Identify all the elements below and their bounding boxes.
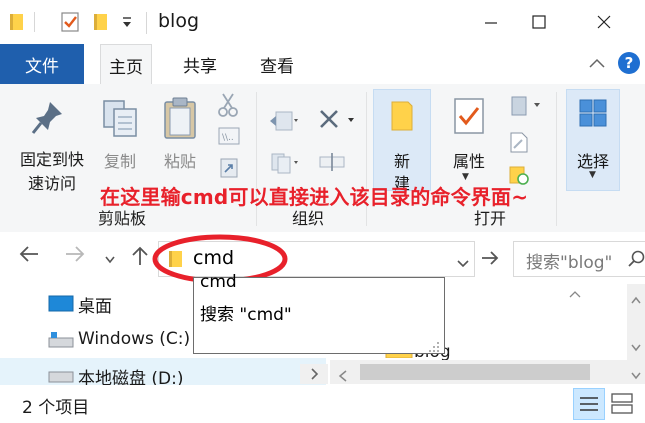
forward-button[interactable] bbox=[64, 244, 86, 269]
desktop-icon bbox=[48, 294, 74, 318]
pin-label-line2: 速访问 bbox=[27, 174, 76, 193]
chevron-down-icon bbox=[630, 338, 642, 357]
paste-icon bbox=[160, 96, 200, 144]
paste-button[interactable]: 粘贴 bbox=[158, 148, 202, 172]
autocomplete-dropdown: cmd 搜索 "cmd" bbox=[193, 272, 445, 357]
close-icon bbox=[597, 15, 611, 29]
chevron-right-icon bbox=[311, 368, 319, 380]
annotation-text: 在这里输cmd可以直接进入该目录的命令界面~ bbox=[100, 185, 529, 209]
nav-item-drive-c[interactable]: Windows (C:) bbox=[78, 329, 190, 349]
select-dropdown-icon: ▼ bbox=[589, 170, 596, 180]
new-folder-icon[interactable] bbox=[92, 12, 110, 36]
item-count: 2 个项目 bbox=[22, 398, 90, 418]
chevron-up-icon bbox=[569, 291, 581, 298]
minimize-button[interactable] bbox=[467, 0, 515, 44]
move-to-icon[interactable] bbox=[268, 110, 300, 136]
arrow-left-icon bbox=[19, 246, 38, 262]
divider bbox=[146, 12, 147, 34]
details-view-button[interactable] bbox=[573, 388, 605, 420]
edit-icon[interactable] bbox=[508, 130, 530, 158]
arrow-up-icon bbox=[132, 246, 148, 265]
go-button[interactable] bbox=[480, 248, 500, 272]
select-all-icon bbox=[578, 98, 608, 132]
ribbon-tabs: 文件 主页 共享 查看 ? bbox=[0, 44, 645, 86]
rename-icon[interactable] bbox=[318, 150, 346, 178]
new-label-line1: 新 bbox=[393, 152, 410, 171]
chevron-up-icon bbox=[630, 290, 642, 309]
divider bbox=[34, 12, 35, 32]
back-button[interactable] bbox=[18, 244, 40, 269]
minimize-icon bbox=[485, 22, 497, 24]
folder-icon[interactable] bbox=[8, 12, 26, 36]
tab-home[interactable]: 主页 bbox=[100, 44, 152, 86]
details-view-icon bbox=[580, 397, 598, 411]
pin-label-line1: 固定到快 bbox=[19, 150, 84, 169]
cut-icon[interactable] bbox=[218, 92, 238, 122]
chevron-down-icon bbox=[630, 366, 642, 385]
window-title: blog bbox=[158, 10, 200, 32]
pin-quick-access-button[interactable]: 固定到快 速访问 bbox=[6, 146, 98, 194]
help-icon: ? bbox=[624, 54, 634, 72]
customize-dropdown-icon[interactable] bbox=[121, 14, 133, 33]
copy-to-icon[interactable] bbox=[268, 152, 300, 178]
title-bar: blog bbox=[0, 0, 645, 44]
group-divider bbox=[556, 92, 557, 226]
svg-text:\\..: \\.. bbox=[222, 133, 234, 143]
sort-indicator bbox=[568, 284, 582, 303]
search-icon bbox=[628, 250, 645, 272]
autocomplete-item[interactable]: cmd bbox=[200, 272, 237, 292]
new-button[interactable]: 新 建 bbox=[373, 89, 431, 193]
autocomplete-item[interactable]: 搜索 "cmd" bbox=[200, 300, 292, 325]
ribbon: 固定到快 速访问 复制 粘贴 \\.. 剪贴板 组织 新 建 属性 ▼ 打开 选… bbox=[0, 84, 645, 233]
tab-file[interactable]: 文件 bbox=[0, 44, 84, 84]
search-input[interactable]: 搜索"blog" bbox=[526, 248, 612, 273]
tab-share[interactable]: 共享 bbox=[173, 44, 227, 84]
paste-shortcut-icon[interactable] bbox=[220, 156, 238, 182]
select-label: 选择 bbox=[576, 152, 609, 171]
properties-icon bbox=[452, 96, 486, 140]
properties-check-icon[interactable] bbox=[60, 11, 80, 37]
nav-item-desktop[interactable]: 桌面 bbox=[78, 292, 112, 317]
horizontal-scrollbar[interactable] bbox=[330, 360, 630, 384]
select-button[interactable]: 选择 ▼ bbox=[566, 89, 620, 191]
chevron-up-icon bbox=[589, 58, 605, 68]
copy-icon bbox=[100, 98, 140, 142]
drive-icon bbox=[48, 330, 74, 354]
maximize-icon bbox=[532, 15, 546, 29]
new-item-icon bbox=[388, 98, 416, 138]
large-icons-view-button[interactable] bbox=[609, 391, 635, 419]
help-button[interactable]: ? bbox=[618, 52, 640, 74]
chevron-down-icon bbox=[457, 260, 469, 268]
resize-grip-icon[interactable] bbox=[428, 338, 440, 357]
recent-locations-button[interactable] bbox=[104, 250, 116, 269]
status-bar: 2 个项目 bbox=[0, 385, 645, 420]
chevron-left-icon bbox=[338, 367, 348, 386]
chevron-down-icon bbox=[105, 256, 115, 264]
address-dropdown-button[interactable] bbox=[456, 254, 470, 273]
pin-icon bbox=[30, 98, 66, 142]
maximize-button[interactable] bbox=[515, 0, 563, 44]
open-icon[interactable] bbox=[508, 94, 544, 122]
up-button[interactable] bbox=[130, 245, 150, 271]
close-button[interactable] bbox=[563, 0, 645, 44]
arrow-right-icon bbox=[66, 246, 85, 262]
scrollbar-button[interactable] bbox=[300, 364, 328, 384]
copy-path-icon[interactable]: \\.. bbox=[218, 126, 240, 150]
copy-button[interactable]: 复制 bbox=[98, 148, 142, 172]
delete-icon[interactable] bbox=[318, 108, 358, 136]
search-box[interactable]: 搜索"blog" bbox=[513, 241, 645, 277]
arrow-right-icon bbox=[482, 251, 499, 265]
vertical-scrollbar[interactable] bbox=[627, 284, 645, 384]
tab-view[interactable]: 查看 bbox=[250, 44, 304, 84]
collapse-ribbon-button[interactable] bbox=[588, 56, 606, 75]
properties-button[interactable]: 属性 bbox=[446, 148, 492, 172]
scrollbar-thumb[interactable] bbox=[360, 364, 590, 380]
large-icons-view-icon bbox=[611, 393, 633, 414]
